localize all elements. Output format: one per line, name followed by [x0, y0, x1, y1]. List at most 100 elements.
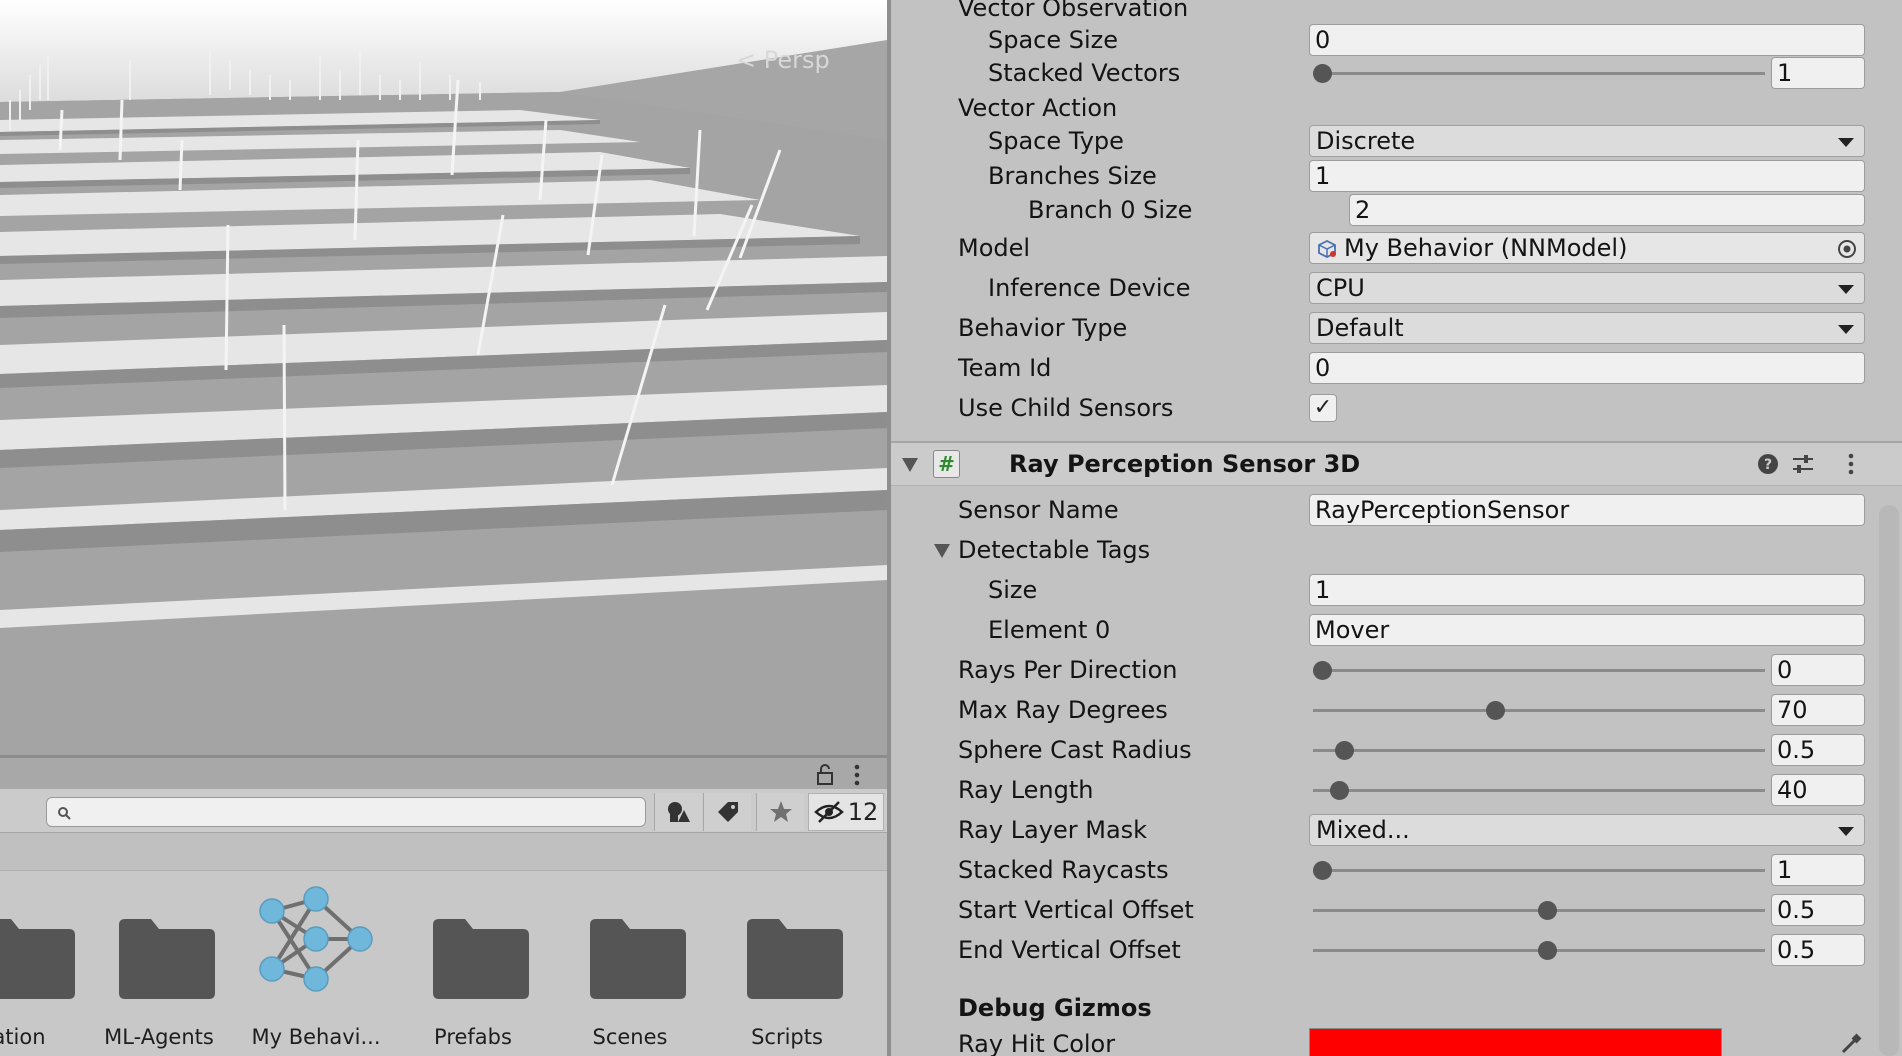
stacked-raycasts-slider-track[interactable]	[1313, 869, 1765, 872]
ray-perception-component-header[interactable]: # Ray Perception Sensor 3D ?	[891, 441, 1902, 486]
project-toolbar: 12	[0, 789, 887, 833]
rays-per-direction-label: Rays Per Direction	[958, 656, 1178, 684]
sphere-cast-radius-slider-track[interactable]	[1313, 749, 1765, 752]
asset-item[interactable]: Scenes	[560, 885, 700, 1056]
project-breadcrumb-bar	[0, 833, 887, 871]
filter-by-type-button[interactable]	[654, 793, 702, 831]
ray-layer-mask-dropdown[interactable]: Mixed...	[1309, 814, 1865, 846]
nnmodel-asset-icon	[1318, 239, 1336, 259]
ray-length-slider-thumb[interactable]	[1330, 781, 1350, 800]
space-type-dropdown[interactable]: Discrete	[1309, 125, 1865, 157]
start-vertical-offset-field[interactable]: 0.5	[1771, 894, 1865, 926]
stacked-vectors-slider-track[interactable]	[1313, 72, 1765, 75]
max-ray-degrees-row: Max Ray Degrees 70	[891, 694, 1902, 730]
use-child-sensors-checkbox[interactable]: ✓	[1309, 394, 1337, 422]
max-ray-degrees-slider-track[interactable]	[1313, 709, 1765, 712]
ray-length-slider-track[interactable]	[1313, 789, 1765, 792]
foldout-arrow-icon[interactable]	[934, 544, 950, 558]
eyedropper-icon[interactable]	[1839, 1032, 1863, 1056]
folder-icon	[0, 919, 75, 999]
inference-device-dropdown[interactable]: CPU	[1309, 272, 1865, 304]
lock-icon[interactable]	[815, 764, 835, 786]
stacked-vectors-field[interactable]: 1	[1771, 57, 1865, 89]
stacked-vectors-slider-thumb[interactable]	[1313, 64, 1332, 83]
inspector-scrollbar[interactable]	[1879, 505, 1899, 1056]
branch0-size-row: Branch 0 Size 2	[891, 194, 1902, 230]
object-picker-icon[interactable]	[1836, 238, 1858, 260]
use-child-sensors-label: Use Child Sensors	[958, 394, 1174, 422]
model-object-field[interactable]: My Behavior (NNModel)	[1309, 232, 1865, 264]
vector-action-header[interactable]: Vector Action	[891, 92, 1902, 128]
space-type-value: Discrete	[1316, 127, 1416, 155]
stacked-raycasts-field[interactable]: 1	[1771, 854, 1865, 886]
tags-size-field[interactable]: 1	[1309, 574, 1865, 606]
end-vertical-offset-row: End Vertical Offset 0.5	[891, 934, 1902, 970]
ray-length-field[interactable]: 40	[1771, 774, 1865, 806]
sensor-name-row: Sensor Name RayPerceptionSensor	[891, 494, 1902, 530]
team-id-field[interactable]: 0	[1309, 352, 1865, 384]
foldout-arrow-icon[interactable]	[902, 458, 918, 472]
asset-label: My Behavi...	[251, 1025, 381, 1049]
shapes-icon	[667, 802, 690, 822]
ray-layer-mask-label: Ray Layer Mask	[958, 816, 1148, 844]
filter-by-label-button[interactable]	[703, 793, 751, 831]
chevron-down-icon	[1838, 138, 1854, 147]
sphere-cast-radius-slider-thumb[interactable]	[1334, 741, 1354, 760]
stacked-raycasts-slider-thumb[interactable]	[1313, 861, 1332, 880]
asset-item[interactable]: Prefabs	[403, 885, 543, 1056]
persp-arrow-icon: <	[736, 46, 757, 74]
sensor-name-field[interactable]: RayPerceptionSensor	[1309, 494, 1865, 526]
chevron-down-icon	[1838, 827, 1854, 836]
stacked-vectors-label: Stacked Vectors	[988, 59, 1181, 87]
hidden-packages-toggle[interactable]: 12	[808, 793, 884, 831]
search-input[interactable]	[46, 797, 646, 827]
folder-icon	[119, 919, 215, 999]
sphere-cast-radius-label: Sphere Cast Radius	[958, 736, 1192, 764]
max-ray-degrees-slider-thumb[interactable]	[1486, 701, 1506, 720]
component-menu-icon[interactable]	[1846, 453, 1856, 475]
team-id-label: Team Id	[958, 354, 1052, 382]
presets-icon[interactable]	[1791, 453, 1815, 475]
rays-per-direction-slider-track[interactable]	[1313, 669, 1765, 672]
help-icon[interactable]: ?	[1757, 453, 1779, 475]
asset-item[interactable]: My Behavi...	[246, 885, 386, 1056]
element0-label: Element 0	[988, 616, 1111, 644]
detectable-tags-row[interactable]: Detectable Tags	[891, 534, 1902, 570]
rays-per-direction-field[interactable]: 0	[1771, 654, 1865, 686]
camera-persp-label[interactable]: < Persp	[736, 46, 830, 74]
search-icon	[58, 807, 71, 820]
folder-icon	[433, 919, 529, 999]
ray-hit-color-swatch[interactable]	[1309, 1028, 1722, 1056]
asset-label: ML-Agents	[104, 1025, 214, 1049]
inference-device-value: CPU	[1316, 274, 1365, 302]
start-vertical-offset-slider-thumb[interactable]	[1538, 901, 1558, 920]
rays-per-direction-row: Rays Per Direction 0	[891, 654, 1902, 690]
stacked-vectors-row: Stacked Vectors 1	[891, 57, 1902, 93]
model-value: My Behavior (NNModel)	[1344, 234, 1628, 262]
inspector-panel: Vector Observation Space Size 0 Stacked …	[891, 0, 1902, 1056]
model-label: Model	[958, 234, 1031, 262]
favorites-button[interactable]	[756, 793, 804, 831]
inference-device-label: Inference Device	[988, 274, 1191, 302]
element0-field[interactable]: Mover	[1309, 614, 1865, 646]
max-ray-degrees-field[interactable]: 70	[1771, 694, 1865, 726]
space-size-field[interactable]: 0	[1309, 24, 1865, 56]
branches-size-field[interactable]: 1	[1309, 160, 1865, 192]
ray-layer-mask-row: Ray Layer Mask Mixed...	[891, 814, 1902, 850]
end-vertical-offset-slider-thumb[interactable]	[1538, 941, 1558, 960]
folder-icon	[747, 919, 843, 999]
debug-gizmos-label: Debug Gizmos	[958, 994, 1152, 1022]
scene-view[interactable]: < Persp	[0, 0, 887, 755]
more-menu-icon[interactable]	[852, 764, 862, 786]
tags-size-row: Size 1	[891, 574, 1902, 610]
asset-item[interactable]: Scripts	[717, 885, 857, 1056]
behavior-type-dropdown[interactable]: Default	[1309, 312, 1865, 344]
editor-window: < Persp 12 tion ML-Agents My Behavi... P…	[0, 0, 1902, 1056]
end-vertical-offset-field[interactable]: 0.5	[1771, 934, 1865, 966]
sphere-cast-radius-field[interactable]: 0.5	[1771, 734, 1865, 766]
rays-per-direction-slider-thumb[interactable]	[1313, 661, 1332, 680]
asset-item[interactable]: ML-Agents	[89, 885, 229, 1056]
branch0-size-field[interactable]: 2	[1349, 194, 1865, 226]
asset-item[interactable]: ation	[0, 885, 89, 1056]
chevron-down-icon	[1838, 285, 1854, 294]
